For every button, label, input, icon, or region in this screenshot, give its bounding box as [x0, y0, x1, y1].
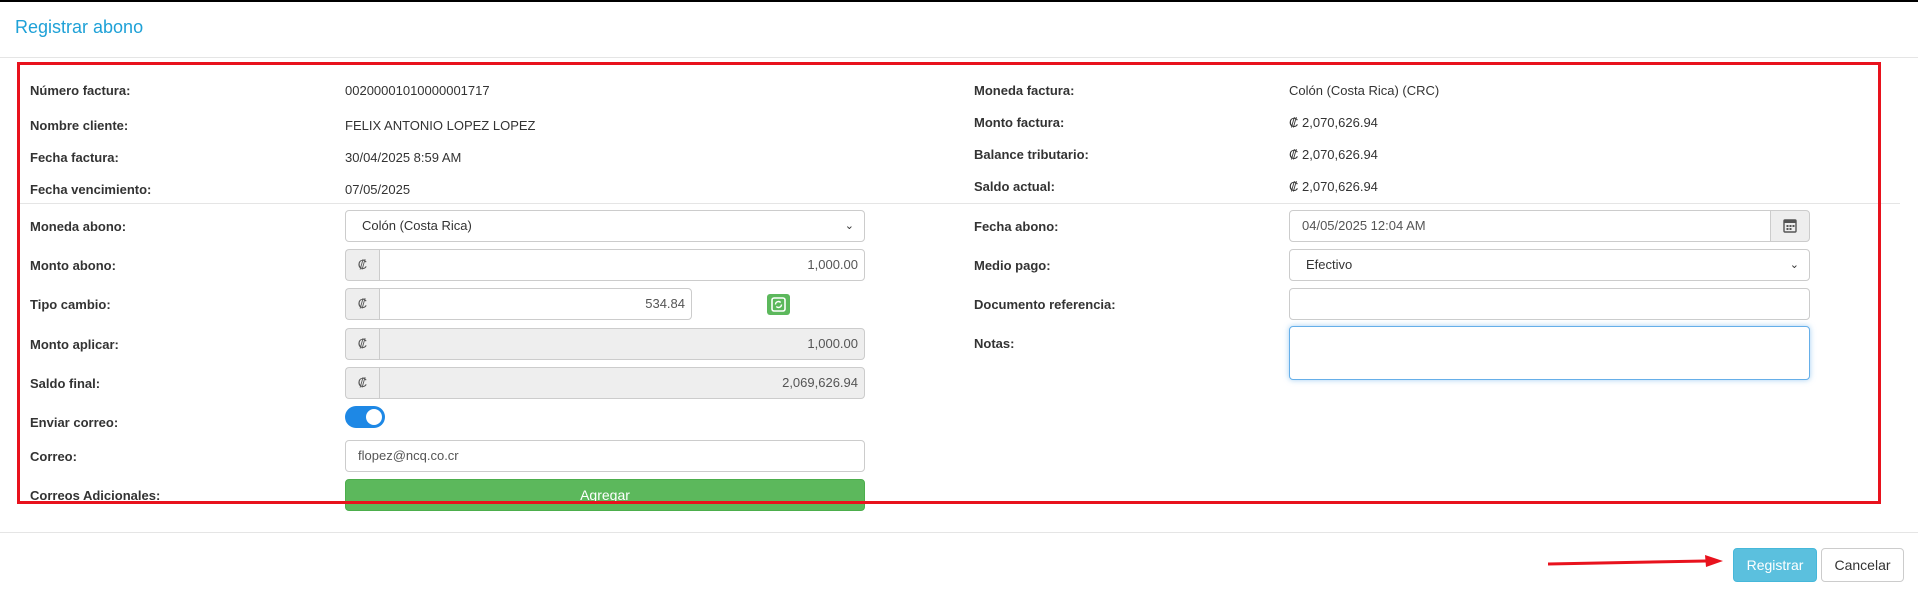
registrar-button[interactable]: Registrar	[1733, 548, 1817, 582]
footer-divider	[0, 532, 1918, 533]
window-top-edge	[0, 0, 1918, 2]
cancelar-button[interactable]: Cancelar	[1821, 548, 1904, 582]
header-divider	[0, 57, 1918, 58]
red-arrow-annotation	[1548, 555, 1723, 567]
modal-title: Registrar abono	[15, 17, 144, 37]
highlight-box	[17, 62, 1881, 504]
